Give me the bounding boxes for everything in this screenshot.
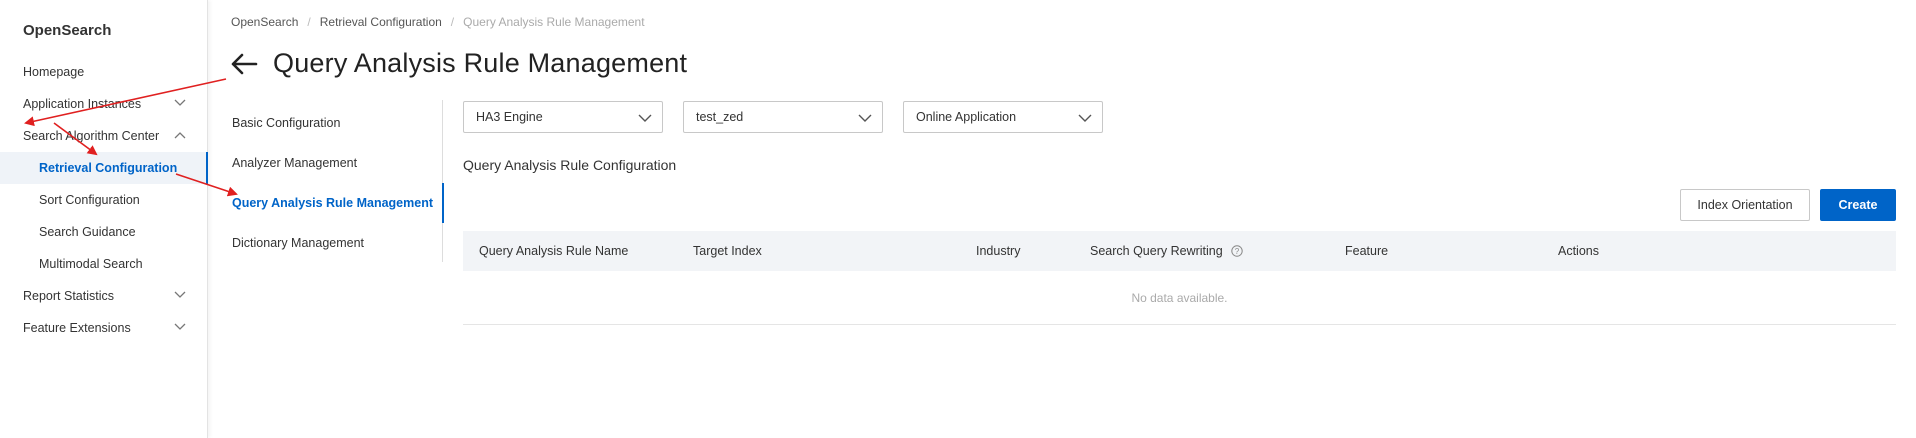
breadcrumb: OpenSearch / Retrieval Configuration / Q… bbox=[231, 15, 645, 29]
secnav-item-label: Dictionary Management bbox=[232, 236, 365, 250]
column-header-label: Actions bbox=[1558, 244, 1599, 258]
sidebar-item-application-instances[interactable]: Application Instances bbox=[0, 88, 207, 120]
sidebar-item-feature-extensions[interactable]: Feature Extensions bbox=[0, 312, 207, 344]
sidebar-item-multimodal-search[interactable]: Multimodal Search bbox=[0, 248, 207, 280]
column-header-industry: Industry bbox=[976, 231, 1020, 271]
sidebar-item-label: Search Algorithm Center bbox=[23, 129, 160, 143]
breadcrumb-item-opensearch[interactable]: OpenSearch bbox=[231, 15, 298, 29]
column-header-target-index: Target Index bbox=[693, 231, 762, 271]
chevron-down-icon bbox=[174, 323, 186, 331]
secnav-item-analyzer-management[interactable]: Analyzer Management bbox=[222, 143, 443, 183]
column-header-label: Feature bbox=[1345, 244, 1389, 258]
column-header-rule-name: Query Analysis Rule Name bbox=[479, 231, 628, 271]
column-header-label: Industry bbox=[976, 244, 1021, 258]
sidebar-item-label: Sort Configuration bbox=[39, 193, 140, 207]
chevron-up-icon bbox=[174, 131, 186, 139]
help-icon[interactable]: ? bbox=[1231, 245, 1243, 257]
sidebar-item-search-guidance[interactable]: Search Guidance bbox=[0, 216, 207, 248]
breadcrumb-item-current: Query Analysis Rule Management bbox=[463, 15, 645, 29]
column-header-actions: Actions bbox=[1558, 231, 1599, 271]
app-type-select[interactable]: Online Application bbox=[903, 101, 1103, 133]
empty-state: No data available. bbox=[463, 271, 1896, 325]
section-title: Query Analysis Rule Configuration bbox=[463, 157, 677, 173]
sidebar-item-sort-configuration[interactable]: Sort Configuration bbox=[0, 184, 207, 216]
page-header: Query Analysis Rule Management bbox=[231, 48, 687, 79]
index-orientation-button[interactable]: Index Orientation bbox=[1680, 189, 1810, 221]
chevron-down-icon bbox=[638, 112, 652, 126]
chevron-down-icon bbox=[1078, 112, 1092, 126]
secnav-item-label: Query Analysis Rule Management bbox=[232, 196, 433, 210]
sidebar-item-search-algorithm-center[interactable]: Search Algorithm Center bbox=[0, 120, 207, 152]
chevron-down-icon bbox=[174, 291, 186, 299]
secnav-item-basic-configuration[interactable]: Basic Configuration bbox=[222, 103, 443, 143]
app-type-select-value: Online Application bbox=[916, 110, 1017, 124]
sidebar-item-report-statistics[interactable]: Report Statistics bbox=[0, 280, 207, 312]
instance-select-value: test_zed bbox=[696, 110, 744, 124]
brand-title: OpenSearch bbox=[23, 22, 112, 39]
sidebar-item-label: Feature Extensions bbox=[23, 321, 131, 335]
svg-text:?: ? bbox=[1234, 247, 1239, 256]
secnav-item-label: Basic Configuration bbox=[232, 116, 341, 130]
create-button[interactable]: Create bbox=[1820, 189, 1896, 221]
sidebar-item-label: Report Statistics bbox=[23, 289, 115, 303]
secnav-item-dictionary-management[interactable]: Dictionary Management bbox=[222, 223, 443, 263]
engine-select-value: HA3 Engine bbox=[476, 110, 543, 124]
back-arrow-icon[interactable] bbox=[231, 52, 259, 76]
column-header-label: Query Analysis Rule Name bbox=[479, 244, 629, 258]
chevron-down-icon bbox=[174, 99, 186, 107]
column-header-feature: Feature bbox=[1345, 231, 1388, 271]
column-header-search-query-rewriting: Search Query Rewriting ? bbox=[1090, 231, 1243, 271]
breadcrumb-item-retrieval-configuration[interactable]: Retrieval Configuration bbox=[320, 15, 442, 29]
sidebar-item-label: Retrieval Configuration bbox=[39, 161, 178, 175]
breadcrumb-separator: / bbox=[307, 15, 311, 29]
secondary-nav: Basic Configuration Analyzer Management … bbox=[222, 100, 444, 263]
sidebar-item-label: Search Guidance bbox=[39, 225, 136, 239]
sidebar-item-label: Application Instances bbox=[23, 97, 142, 111]
page-title: Query Analysis Rule Management bbox=[273, 48, 688, 78]
secnav-item-label: Analyzer Management bbox=[232, 156, 358, 170]
engine-select[interactable]: HA3 Engine bbox=[463, 101, 663, 133]
sidebar-item-homepage[interactable]: Homepage bbox=[0, 56, 207, 88]
rules-table: Query Analysis Rule Name Target Index In… bbox=[463, 231, 1896, 325]
sidebar-item-label: Homepage bbox=[23, 65, 85, 79]
chevron-down-icon bbox=[858, 112, 872, 126]
column-header-label: Target Index bbox=[693, 244, 762, 258]
breadcrumb-separator: / bbox=[450, 15, 455, 29]
instance-select[interactable]: test_zed bbox=[683, 101, 883, 133]
table-header: Query Analysis Rule Name Target Index In… bbox=[463, 231, 1896, 271]
sidebar-item-label: Multimodal Search bbox=[39, 257, 143, 271]
column-header-label: Search Query Rewriting bbox=[1090, 244, 1223, 258]
secnav-item-query-analysis-rule-management[interactable]: Query Analysis Rule Management bbox=[222, 183, 444, 223]
sidebar-item-retrieval-configuration[interactable]: Retrieval Configuration bbox=[0, 152, 208, 184]
sidebar: OpenSearch Homepage Application Instance… bbox=[0, 0, 208, 438]
